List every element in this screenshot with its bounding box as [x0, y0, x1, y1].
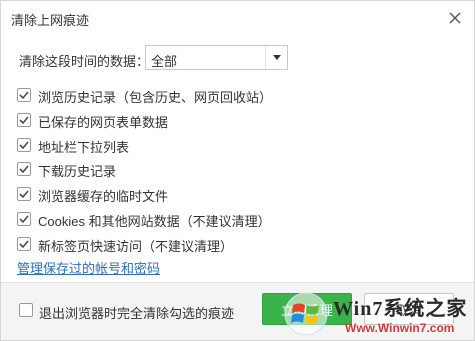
checkmark-icon — [19, 190, 29, 199]
option-label: 地址栏下拉列表 — [38, 139, 130, 155]
option-label: 下载历史记录 — [38, 164, 117, 180]
checkbox[interactable] — [17, 112, 31, 127]
option-download-history[interactable]: 下载历史记录 — [17, 157, 457, 182]
checkbox[interactable] — [17, 137, 31, 152]
checkbox[interactable] — [17, 162, 31, 177]
dialog-footer: 退出浏览器时完全清除勾选的痕迹 立即清理 取消 — [1, 282, 474, 340]
checkmark-icon — [19, 165, 29, 174]
time-range-dropdown[interactable]: 全部 — [145, 45, 288, 70]
exit-clear-option[interactable]: 退出浏览器时完全清除勾选的痕迹 — [19, 302, 249, 321]
option-label: 浏览器缓存的临时文件 — [38, 189, 169, 205]
checkmark-icon — [19, 116, 29, 124]
checkmark-icon — [19, 91, 29, 100]
time-range-label: 清除这段时间的数据： — [19, 54, 150, 69]
close-button[interactable] — [444, 7, 466, 29]
dialog-title: 清除上网痕迹 — [11, 13, 90, 28]
manage-passwords-link[interactable]: 管理保存过的帐号和密码 — [17, 258, 160, 277]
checkmark-icon — [19, 240, 29, 248]
chevron-down-icon — [273, 55, 281, 60]
option-form-data[interactable]: 已保存的网页表单数据 — [17, 108, 457, 133]
option-browsing-history[interactable]: 浏览历史记录（包含历史、网页回收站） — [17, 83, 457, 108]
exit-clear-label: 退出浏览器时完全清除勾选的痕迹 — [39, 306, 235, 321]
checkbox[interactable] — [17, 88, 31, 102]
exit-clear-checkbox[interactable] — [19, 303, 33, 317]
option-new-tab-quick-access[interactable]: 新标签页快速访问（不建议清理） — [17, 232, 457, 257]
checkbox[interactable] — [17, 236, 31, 251]
time-range-row: 清除这段时间的数据： 全部 — [19, 45, 459, 71]
option-label: 新标签页快速访问（不建议清理） — [38, 238, 234, 254]
option-address-bar-list[interactable]: 地址栏下拉列表 — [17, 133, 457, 158]
option-label: 浏览历史记录（包含历史、网页回收站） — [38, 90, 273, 105]
checkmark-icon — [19, 215, 29, 224]
close-icon — [449, 12, 461, 24]
option-cache-files[interactable]: 浏览器缓存的临时文件 — [17, 182, 457, 207]
cancel-button[interactable]: 取消 — [364, 293, 454, 325]
option-label: 已保存的网页表单数据 — [38, 114, 169, 130]
option-cookies[interactable]: Cookies 和其他网站数据（不建议清理） — [17, 207, 457, 232]
clear-now-button[interactable]: 立即清理 — [262, 293, 352, 325]
option-label: Cookies 和其他网站数据（不建议清理） — [38, 213, 271, 229]
checkmark-icon — [19, 141, 29, 149]
checkbox[interactable] — [17, 187, 31, 202]
dropdown-arrow-button[interactable] — [265, 46, 287, 69]
checkbox[interactable] — [17, 211, 31, 226]
title-bar: 清除上网痕迹 — [1, 1, 474, 35]
clear-browsing-data-dialog: 清除上网痕迹 清除这段时间的数据： 全部 浏览历史记录（包含历史、网页回收站） — [0, 0, 475, 341]
clear-options-list: 浏览历史记录（包含历史、网页回收站） 已保存的网页表单数据 地址栏下拉列表 下载… — [17, 83, 457, 257]
time-range-value: 全部 — [151, 54, 178, 69]
